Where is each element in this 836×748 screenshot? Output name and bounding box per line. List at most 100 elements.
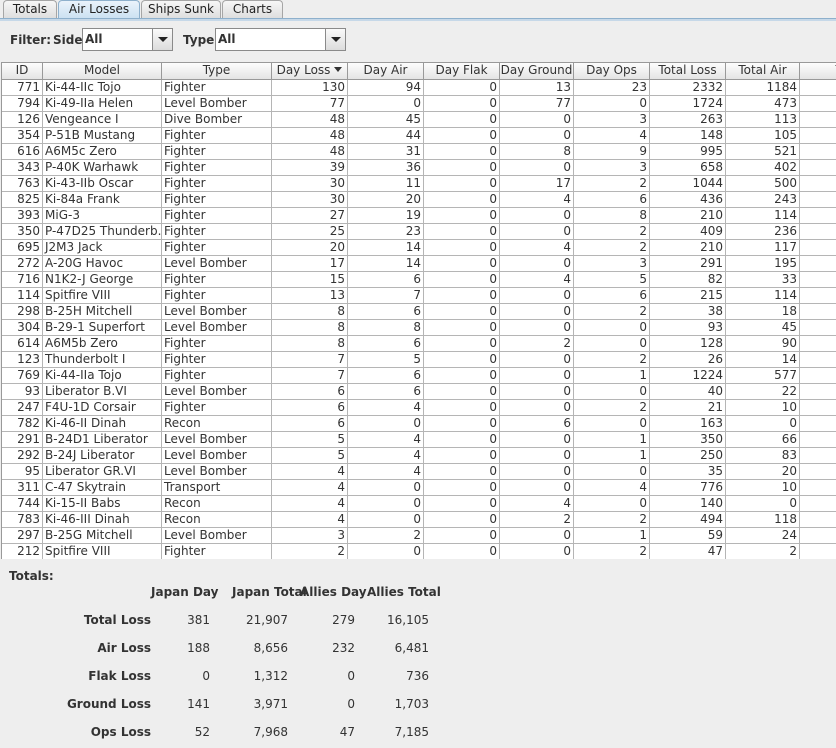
chevron-down-icon[interactable] [152, 29, 172, 50]
cell-id: 291 [2, 432, 43, 448]
cell-day-flak: 0 [424, 384, 500, 400]
cell-type: Fighter [162, 128, 272, 144]
table-row[interactable]: 695 J2M3 Jack Fighter 20 14 0 4 2 210 117 [2, 240, 836, 256]
table-row[interactable]: 212 Spitfire VIII Fighter 2 0 0 0 2 47 2 [2, 544, 836, 559]
cell-type: Level Bomber [162, 432, 272, 448]
header-total-air[interactable]: Total Air [726, 63, 800, 79]
cell-total [800, 128, 836, 144]
totals-row-label: Total Loss [83, 613, 151, 627]
cell-type: Fighter [162, 368, 272, 384]
header-model[interactable]: Model [43, 63, 162, 79]
cell-total-loss: 1724 [650, 96, 726, 112]
cell-total-loss: 26 [650, 352, 726, 368]
cell-id: 393 [2, 208, 43, 224]
header-day-air[interactable]: Day Air [348, 63, 424, 79]
header-type[interactable]: Type [162, 63, 272, 79]
cell-day-air: 4 [348, 448, 424, 464]
table-row[interactable]: 769 Ki-44-IIa Tojo Fighter 7 6 0 0 1 1224 577 [2, 368, 836, 384]
table-row[interactable]: 354 P-51B Mustang Fighter 48 44 0 0 4 148 105 [2, 128, 836, 144]
table-row[interactable]: 123 Thunderbolt I Fighter 7 5 0 0 2 26 14 [2, 352, 836, 368]
cell-total-loss: 35 [650, 464, 726, 480]
cell-total-loss: 210 [650, 208, 726, 224]
cell-total-loss: 658 [650, 160, 726, 176]
header-day-ops[interactable]: Day Ops [574, 63, 650, 79]
table-row[interactable]: 247 F4U-1D Corsair Fighter 6 4 0 0 2 21 10 [2, 400, 836, 416]
cell-day-ops: 2 [574, 400, 650, 416]
table-row[interactable]: 744 Ki-15-II Babs Recon 4 0 0 4 0 140 0 [2, 496, 836, 512]
cell-total [800, 416, 836, 432]
cell-total [800, 96, 836, 112]
table-row[interactable]: 95 Liberator GR.VI Level Bomber 4 4 0 0 0 35 20 [2, 464, 836, 480]
table-row[interactable]: 298 B-25H Mitchell Level Bomber 8 6 0 0 2 38 18 [2, 304, 836, 320]
totals-value: 3,971 [253, 697, 288, 711]
header-total-loss[interactable]: Total Loss [650, 63, 726, 79]
header-total[interactable]: Total [800, 63, 836, 79]
table-row[interactable]: 272 A-20G Havoc Level Bomber 17 14 0 0 3 291 195 [2, 256, 836, 272]
cell-total [800, 368, 836, 384]
cell-total [800, 144, 836, 160]
table-row[interactable]: 716 N1K2-J George Fighter 15 6 0 4 5 82 33 [2, 272, 836, 288]
cell-id: 292 [2, 448, 43, 464]
cell-day-ops: 4 [574, 128, 650, 144]
totals-value: 279 [332, 613, 355, 627]
cell-type: Fighter [162, 336, 272, 352]
cell-day-loss: 48 [272, 112, 348, 128]
table-row[interactable]: 93 Liberator B.VI Level Bomber 6 6 0 0 0 40 22 [2, 384, 836, 400]
header-id[interactable]: ID [2, 63, 43, 79]
cell-day-ops: 0 [574, 464, 650, 480]
table-row[interactable]: 126 Vengeance I Dive Bomber 48 45 0 0 3 263 113 [2, 112, 836, 128]
table-row[interactable]: 825 Ki-84a Frank Fighter 30 20 0 4 6 436 243 [2, 192, 836, 208]
tab-ships-sunk[interactable]: Ships Sunk [141, 0, 221, 18]
cell-day-air: 31 [348, 144, 424, 160]
table-row[interactable]: 763 Ki-43-IIb Oscar Fighter 30 11 0 17 2 1044 500 [2, 176, 836, 192]
tab-charts[interactable]: Charts [222, 0, 283, 18]
table-row[interactable]: 350 P-47D25 Thunderb... Fighter 25 23 0 0 2 409 2… [2, 224, 836, 240]
totals-header: Allies Total [367, 585, 441, 599]
header-day-flak[interactable]: Day Flak [424, 63, 500, 79]
table-row[interactable]: 616 A6M5c Zero Fighter 48 31 0 8 9 995 521 [2, 144, 836, 160]
header-label: Type [202, 63, 231, 77]
header-label: Model [83, 63, 121, 77]
cell-total [800, 352, 836, 368]
table-row[interactable]: 114 Spitfire VIII Fighter 13 7 0 0 6 215 114 [2, 288, 836, 304]
cell-day-ops: 4 [574, 480, 650, 496]
cell-type: Fighter [162, 272, 272, 288]
chevron-down-icon[interactable] [325, 29, 345, 50]
cell-model: Thunderbolt I [43, 352, 162, 368]
cell-model: B-24D1 Liberator [43, 432, 162, 448]
type-select[interactable]: All [215, 28, 346, 51]
cell-day-flak: 0 [424, 480, 500, 496]
header-day-loss[interactable]: Day Loss [272, 63, 348, 79]
table-row[interactable]: 783 Ki-46-III Dinah Recon 4 0 0 2 2 494 118 [2, 512, 836, 528]
table-row[interactable]: 782 Ki-46-II Dinah Recon 6 0 0 6 0 163 0 [2, 416, 836, 432]
cell-total [800, 304, 836, 320]
cell-day-ops: 2 [574, 304, 650, 320]
cell-day-air: 94 [348, 80, 424, 96]
table-row[interactable]: 291 B-24D1 Liberator Level Bomber 5 4 0 0 1 350 6… [2, 432, 836, 448]
side-select[interactable]: All [82, 28, 173, 51]
table-row[interactable]: 304 B-29-1 Superfort Level Bomber 8 8 0 0 0 93 45 [2, 320, 836, 336]
cell-day-flak: 0 [424, 272, 500, 288]
table-row[interactable]: 393 MiG-3 Fighter 27 19 0 0 8 210 114 [2, 208, 836, 224]
header-day-ground[interactable]: Day Ground [500, 63, 574, 79]
table-row[interactable]: 794 Ki-49-IIa Helen Level Bomber 77 0 0 77 0 172… [2, 96, 836, 112]
cell-type: Fighter [162, 144, 272, 160]
type-label: Type: [183, 33, 220, 47]
cell-total-loss: 1044 [650, 176, 726, 192]
type-select-value: All [218, 32, 236, 46]
table-row[interactable]: 292 B-24J Liberator Level Bomber 5 4 0 0 1 250 83 [2, 448, 836, 464]
cell-day-flak: 0 [424, 176, 500, 192]
tab-totals[interactable]: Totals [3, 0, 57, 18]
cell-model: B-29-1 Superfort [43, 320, 162, 336]
cell-day-flak: 0 [424, 224, 500, 240]
cell-day-air: 0 [348, 96, 424, 112]
table-row[interactable]: 311 C-47 Skytrain Transport 4 0 0 0 4 776 10 [2, 480, 836, 496]
table-row[interactable]: 614 A6M5b Zero Fighter 8 6 0 2 0 128 90 [2, 336, 836, 352]
table-row[interactable]: 343 P-40K Warhawk Fighter 39 36 0 0 3 658 402 [2, 160, 836, 176]
cell-id: 247 [2, 400, 43, 416]
table-row[interactable]: 297 B-25G Mitchell Level Bomber 3 2 0 0 1 59 24 [2, 528, 836, 544]
cell-model: Ki-46-II Dinah [43, 416, 162, 432]
table-row[interactable]: 771 Ki-44-IIc Tojo Fighter 130 94 0 13 23 2332 11… [2, 80, 836, 96]
cell-model: Spitfire VIII [43, 288, 162, 304]
tab-air-losses[interactable]: Air Losses [58, 0, 140, 20]
